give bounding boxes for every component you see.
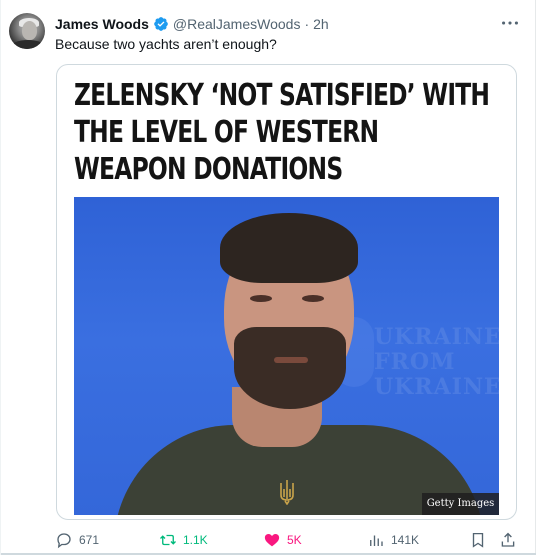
more-icon[interactable] xyxy=(499,12,521,34)
heart-icon xyxy=(264,534,280,547)
background-text-line: UKRAINE xyxy=(374,374,499,400)
avatar-face xyxy=(22,21,37,40)
background-text-line: UKRAINE xyxy=(374,324,499,350)
reply-count: 671 xyxy=(79,533,100,547)
timestamp[interactable]: 2h xyxy=(313,16,329,32)
background-text-line: FROM xyxy=(374,349,456,375)
headline: ZELENSKY ‘NOT SATISFIED’ WITH THE LEVEL … xyxy=(74,77,490,188)
headline-line: THE LEVEL OF WESTERN xyxy=(74,115,379,150)
news-photo[interactable]: UKRAINE FROM UKRAINE Getty Images xyxy=(74,197,499,515)
avatar[interactable] xyxy=(9,13,45,49)
media-card[interactable]: ZELENSKY ‘NOT SATISFIED’ WITH THE LEVEL … xyxy=(56,64,517,520)
separator-dot: · xyxy=(304,16,310,32)
retweet-count: 1.1K xyxy=(183,533,208,547)
person-eye-left xyxy=(250,295,272,302)
background-banner-text: UKRAINE FROM UKRAINE xyxy=(374,325,499,400)
trident-emblem-icon xyxy=(280,480,294,505)
bookmark-button[interactable] xyxy=(469,528,487,552)
person-beard xyxy=(234,327,346,409)
reply-button[interactable]: 671 xyxy=(55,528,99,552)
bookmark-icon xyxy=(472,532,484,548)
share-button[interactable] xyxy=(499,528,517,552)
views-button[interactable]: 141K xyxy=(367,528,419,552)
tweet[interactable]: James Woods @RealJamesWoods · 2h Because… xyxy=(0,0,536,555)
like-button[interactable]: 5K xyxy=(263,528,302,552)
action-bar: 671 1.1K 5K 141K xyxy=(1,528,536,552)
tweet-text: Because two yachts aren’t enough? xyxy=(55,36,277,52)
person-eye-right xyxy=(302,295,324,302)
photo-credit: Getty Images xyxy=(422,493,499,515)
person-hair xyxy=(220,213,358,283)
views-icon xyxy=(370,535,383,546)
avatar-shoulder xyxy=(11,40,45,49)
author-handle[interactable]: @RealJamesWoods xyxy=(173,16,301,32)
reply-icon xyxy=(57,533,71,549)
author-name[interactable]: James Woods xyxy=(55,16,149,32)
headline-line: ZELENSKY ‘NOT SATISFIED’ WITH xyxy=(74,78,490,113)
views-count: 141K xyxy=(391,533,420,547)
retweet-icon xyxy=(160,534,176,546)
like-count: 5K xyxy=(287,533,302,547)
verified-badge-icon[interactable] xyxy=(153,16,169,32)
person-mouth xyxy=(274,357,308,363)
share-icon xyxy=(501,532,515,547)
retweet-button[interactable]: 1.1K xyxy=(159,528,208,552)
tweet-header: James Woods @RealJamesWoods · 2h xyxy=(55,14,329,34)
headline-line: WEAPON DONATIONS xyxy=(74,152,343,187)
